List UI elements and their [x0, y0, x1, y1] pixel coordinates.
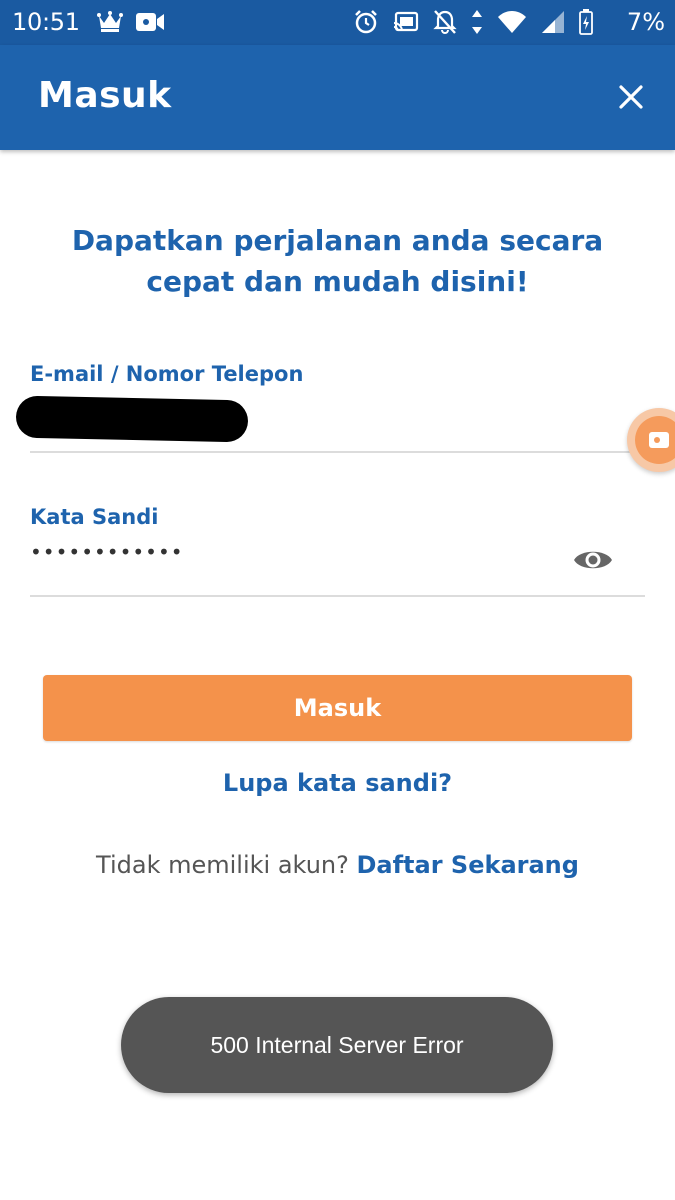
error-toast: 500 Internal Server Error: [121, 997, 553, 1093]
wifi-icon: [498, 11, 526, 33]
password-field-label: Kata Sandi: [30, 505, 159, 529]
email-field-label: E-mail / Nomor Telepon: [30, 362, 304, 386]
app-bar: Masuk: [0, 45, 675, 150]
cast-icon: [393, 11, 419, 32]
close-button[interactable]: [615, 81, 647, 113]
register-prompt: Tidak memiliki akun?: [96, 851, 349, 879]
redaction-mark: [15, 395, 249, 443]
register-row: Tidak memiliki akun? Daftar Sekarang: [0, 851, 675, 879]
status-time: 10:51: [12, 8, 80, 36]
register-link[interactable]: Daftar Sekarang: [357, 851, 579, 879]
eye-icon[interactable]: [572, 544, 614, 576]
crown-icon: [97, 11, 123, 32]
battery-charging-icon: [579, 9, 593, 35]
close-icon: [619, 85, 643, 109]
status-bar: 10:51 7%: [0, 0, 675, 45]
headline: Dapatkan perjalanan anda secara cepat da…: [71, 224, 604, 298]
page-title: Masuk: [38, 75, 172, 116]
login-button[interactable]: Masuk: [43, 675, 632, 741]
data-arrows-icon: [472, 10, 482, 34]
battery-percentage: 7%: [626, 8, 665, 36]
forgot-password-link[interactable]: Lupa kata sandi?: [0, 769, 675, 797]
video-camera-icon: [649, 432, 669, 448]
password-field[interactable]: ••••••••••••: [30, 540, 550, 580]
status-right-icons: [353, 6, 593, 38]
status-left-icons: [96, 6, 166, 38]
password-field-underline: [30, 595, 645, 597]
video-camera-icon: [136, 13, 164, 31]
cell-signal-icon: [542, 11, 564, 33]
alarm-icon: [355, 10, 377, 34]
notifications-off-icon: [433, 10, 457, 34]
email-field-underline: [30, 451, 645, 453]
floating-video-button[interactable]: [627, 408, 675, 472]
floating-video-inner: [635, 416, 675, 464]
